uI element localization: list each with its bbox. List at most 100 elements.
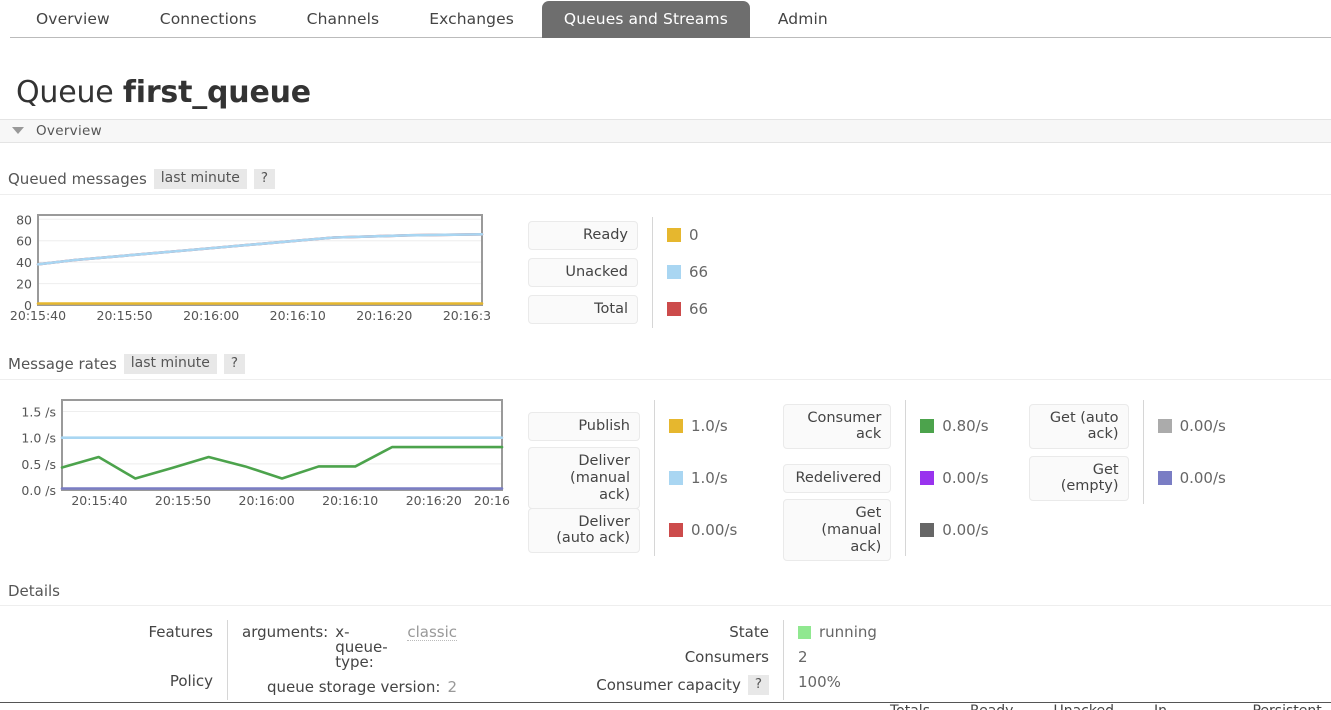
- legend-swatch-icon: [920, 471, 935, 486]
- arguments-subkey: x-queue-type:: [335, 623, 388, 672]
- details-label-features: Features: [148, 623, 214, 642]
- legend-swatch-icon: [669, 471, 683, 486]
- svg-text:20: 20: [16, 276, 32, 291]
- details-storage-row: queue storage version: 2: [242, 675, 457, 700]
- table-header-row: TotalsReadyUnackedIn memoryPersistentT: [0, 703, 1331, 710]
- queued-messages-period-chip[interactable]: last minute: [153, 168, 247, 189]
- storage-version-key: queue storage version:: [266, 678, 441, 697]
- details-label-consumers: Consumers: [684, 648, 769, 667]
- legend-value: 66: [689, 300, 709, 319]
- svg-text:1.5 /s: 1.5 /s: [21, 405, 56, 420]
- status-badge: [798, 626, 811, 640]
- message-rates-legend-3: Get (auto ack) Get (empty) 0.00/s 0.00/s: [1028, 400, 1226, 505]
- details-grid: Features Policy arguments: x-queue-type:…: [0, 620, 1331, 701]
- legend-button-redelivered[interactable]: Redelivered: [783, 463, 892, 493]
- svg-text:20:16:20: 20:16:20: [406, 493, 462, 508]
- queued-messages-chart-svg: 02040608020:15:40 20:15:50 20:16:00 20:16:1…: [10, 212, 490, 323]
- svg-text:1.0 /s: 1.0 /s: [21, 431, 56, 446]
- legend-value-row: 0.00/s: [1157, 400, 1226, 452]
- tab-queues-and-streams[interactable]: Queues and Streams: [541, 1, 750, 38]
- legend-button-deliver-auto-ack[interactable]: Deliver (auto ack): [528, 507, 640, 553]
- legend-button-total[interactable]: Total: [528, 295, 638, 324]
- message-rates-legend-values-2: 0.80/s 0.00/s 0.00/s: [920, 400, 989, 556]
- message-rates-legend-1: Publish Deliver (manual ack) Deliver (auto…: [528, 400, 737, 557]
- tab-admin[interactable]: Admin: [756, 1, 850, 38]
- message-rates-chart[interactable]: 0.0 /s 0.5 /s 1.0 /s 1.5 /s 20:15:40 20:15:50…: [0, 394, 510, 512]
- details-label-consumer-capacity-row: Consumer capacity ?: [569, 670, 769, 700]
- legend-swatch-icon: [1157, 471, 1172, 486]
- table-header-cell[interactable]: In memory: [1154, 703, 1213, 710]
- svg-text:20:16:00: 20:16:00: [183, 308, 239, 323]
- message-rates-chart-svg: 0.0 /s 0.5 /s 1.0 /s 1.5 /s 20:15:40 20:15:50…: [21, 399, 510, 508]
- legend-value-row: 66: [667, 254, 708, 291]
- page-title-prefix: Queue: [16, 75, 114, 110]
- legend-button-get-empty[interactable]: Get (empty): [1028, 455, 1129, 501]
- tab-overview[interactable]: Overview: [14, 1, 132, 38]
- details-features-col: Features Policy arguments: x-queue-type:…: [8, 620, 457, 701]
- legend-value: 1.0/s: [691, 417, 728, 436]
- queued-messages-chart[interactable]: 0 20 40 60 80 20:15:40 20:15:50 20:16:00 20:16:1…: [0, 209, 490, 327]
- details-spacer: [8, 645, 213, 669]
- consumer-capacity-help-icon[interactable]: ?: [747, 675, 769, 696]
- tab-connections[interactable]: Connections: [138, 1, 279, 38]
- svg-text:20:15:50: 20:15:50: [155, 493, 211, 508]
- message-rates-title: Message rates: [8, 355, 117, 374]
- legend-value: 0.00/s: [1179, 469, 1226, 488]
- details-label-state: State: [729, 623, 769, 642]
- queued-messages-legend-labels: Ready Unacked Total: [528, 217, 638, 328]
- legend-value-row: 1.0/s: [669, 400, 737, 452]
- legend-swatch-icon: [1157, 419, 1172, 434]
- message-rates-header: Message rates last minute ?: [0, 353, 1331, 381]
- message-rates-legend-labels-1: Publish Deliver (manual ack) Deliver (auto…: [528, 400, 640, 556]
- legend-value-row: 0: [667, 217, 708, 254]
- legend-button-deliver-manual-ack[interactable]: Deliver (manual ack): [528, 447, 640, 510]
- message-rates-block: 0.0 /s 0.5 /s 1.0 /s 1.5 /s 20:15:40 20:15:50…: [0, 394, 1331, 562]
- queue-name: first_queue: [122, 75, 311, 110]
- legend-value-row: 66: [667, 291, 708, 328]
- table-header-cell[interactable]: Unacked: [1053, 703, 1114, 710]
- table-header-cell[interactable]: Ready: [970, 703, 1013, 710]
- message-rates-legend-labels-2: Consumer ack Redelivered Get (manual ack): [783, 400, 892, 562]
- details-left-labels: Features Policy: [8, 620, 214, 700]
- legend-value: 0.00/s: [1179, 417, 1226, 436]
- legend-swatch-icon: [667, 228, 681, 243]
- legend-value: 0: [689, 226, 699, 245]
- legend-value-row: 0.80/s: [920, 400, 989, 452]
- legend-value-row: 0.00/s: [920, 504, 989, 556]
- details-label-policy: Policy: [169, 672, 213, 691]
- svg-text:20:16:00: 20:16:00: [239, 493, 295, 508]
- legend-divider: [654, 400, 655, 557]
- details-value-consumer-capacity: 100%: [798, 673, 841, 692]
- tab-exchanges[interactable]: Exchanges: [407, 1, 536, 38]
- legend-divider: [905, 400, 907, 557]
- message-rates-legend-values-1: 1.0/s 1.0/s 0.00/s: [669, 400, 737, 556]
- message-rates-legend-values-3: 0.00/s 0.00/s: [1157, 400, 1226, 504]
- legend-value: 0.00/s: [942, 521, 989, 540]
- legend-button-unacked[interactable]: Unacked: [528, 258, 638, 287]
- main-navigation: Overview Connections Channels Exchanges Queu…: [0, 0, 1331, 38]
- queued-messages-header: Queued messages last minute ?: [0, 168, 1331, 195]
- svg-text:20:16:30: 20:16:30: [443, 308, 490, 323]
- message-rates-period-chip[interactable]: last minute: [123, 353, 217, 375]
- legend-divider: [1142, 400, 1144, 505]
- chevron-down-icon: [12, 127, 24, 134]
- details-right-labels: State Consumers Consumer capacity ?: [569, 620, 769, 700]
- legend-button-publish[interactable]: Publish: [528, 411, 640, 441]
- legend-button-get-manual-ack[interactable]: Get (manual ack): [783, 499, 892, 562]
- table-header-cell[interactable]: Totals: [890, 703, 930, 710]
- details-features-values: arguments: x-queue-type: classic queue s…: [227, 620, 457, 701]
- message-rates-help-icon[interactable]: ?: [223, 354, 246, 374]
- svg-text:20:16:10: 20:16:10: [270, 308, 326, 323]
- legend-button-consumer-ack[interactable]: Consumer ack: [783, 403, 892, 449]
- legend-button-get-auto-ack[interactable]: Get (auto ack): [1028, 403, 1129, 449]
- queued-messages-help-icon[interactable]: ?: [253, 168, 276, 189]
- svg-text:40: 40: [16, 255, 32, 270]
- overview-section-toggle[interactable]: Overview: [0, 118, 1331, 143]
- tab-channels[interactable]: Channels: [285, 1, 402, 38]
- legend-value-row: 1.0/s: [669, 452, 737, 504]
- legend-divider: [652, 216, 653, 328]
- queued-messages-title: Queued messages: [8, 169, 147, 188]
- table-header-cell[interactable]: Persistent: [1252, 703, 1321, 710]
- legend-button-ready[interactable]: Ready: [528, 221, 638, 250]
- svg-text:20:15:40: 20:15:40: [10, 308, 66, 323]
